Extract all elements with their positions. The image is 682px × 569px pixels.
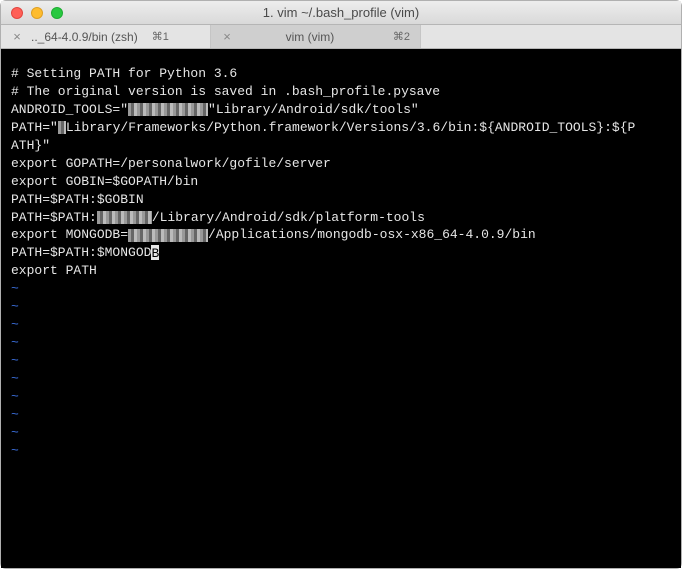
vim-empty-line: ~ bbox=[11, 388, 671, 406]
vim-text-line: # The original version is saved in .bash… bbox=[11, 83, 671, 101]
code-text: PATH=$PATH:$MONGOD bbox=[11, 245, 151, 260]
close-window-button[interactable] bbox=[11, 7, 23, 19]
vim-text-line: export GOPATH=/personalwork/gofile/serve… bbox=[11, 155, 671, 173]
vim-text-line: PATH=$PATH: /Library/Android/sdk/platform… bbox=[11, 209, 671, 227]
minimize-window-button[interactable] bbox=[31, 7, 43, 19]
vim-text-line: # Setting PATH for Python 3.6 bbox=[11, 65, 671, 83]
code-text: export MONGODB= bbox=[11, 227, 128, 242]
tab-label: .._64-4.0.9/bin (zsh) bbox=[31, 30, 138, 44]
window-titlebar: 1. vim ~/.bash_profile (vim) bbox=[1, 1, 681, 25]
vim-empty-line: ~ bbox=[11, 370, 671, 388]
code-text: /Library/Android/sdk/platform-tools bbox=[152, 210, 425, 225]
close-icon[interactable]: × bbox=[221, 29, 233, 44]
vim-empty-line: ~ bbox=[11, 280, 671, 298]
vim-text-line: ANDROID_TOOLS=" "Library/Android/sdk/tool… bbox=[11, 101, 671, 119]
terminal-tab[interactable]: × .._64-4.0.9/bin (zsh) ⌘1 bbox=[1, 25, 211, 48]
vim-text-line: export MONGODB= /Applications/mongodb-osx… bbox=[11, 226, 671, 244]
terminal-viewport[interactable]: # Setting PATH for Python 3.6 # The origi… bbox=[1, 49, 681, 568]
tab-shortcut: ⌘1 bbox=[152, 30, 169, 43]
code-text: /Applications/mongodb-osx-x86_64-4.0.9/b… bbox=[208, 227, 536, 242]
tab-shortcut: ⌘2 bbox=[393, 30, 410, 43]
code-text: ATH}" bbox=[11, 138, 50, 153]
redacted-text bbox=[97, 211, 152, 224]
code-text: ANDROID_TOOLS=" bbox=[11, 102, 128, 117]
redacted-text bbox=[128, 229, 208, 242]
code-text: # The original version is saved in .bash… bbox=[11, 84, 440, 99]
traffic-lights bbox=[1, 7, 63, 19]
zoom-window-button[interactable] bbox=[51, 7, 63, 19]
vim-text-line: PATH=" Library/Frameworks/Python.framewor… bbox=[11, 119, 671, 137]
vim-empty-line: ~ bbox=[11, 424, 671, 442]
code-text: PATH=" bbox=[11, 120, 58, 135]
vim-text-line: export PATH bbox=[11, 262, 671, 280]
redacted-text bbox=[128, 103, 208, 116]
code-text: PATH=$PATH:$GOBIN bbox=[11, 192, 144, 207]
close-icon[interactable]: × bbox=[11, 29, 23, 44]
code-text: export PATH bbox=[11, 263, 97, 278]
vim-text-line: ATH}" bbox=[11, 137, 671, 155]
code-text: export GOPATH=/personalwork/gofile/serve… bbox=[11, 156, 331, 171]
vim-text-line: export GOBIN=$GOPATH/bin bbox=[11, 173, 671, 191]
tab-bar: × .._64-4.0.9/bin (zsh) ⌘1 × vim (vim) ⌘2 bbox=[1, 25, 681, 49]
vim-empty-line: ~ bbox=[11, 442, 671, 460]
code-text: "Library/Android/sdk/tools" bbox=[208, 102, 419, 117]
vim-empty-line: ~ bbox=[11, 352, 671, 370]
vim-empty-line: ~ bbox=[11, 298, 671, 316]
vim-text-line: PATH=$PATH:$MONGODB bbox=[11, 244, 671, 262]
text-cursor: B bbox=[151, 245, 159, 260]
code-text: Library/Frameworks/Python.framework/Vers… bbox=[66, 120, 636, 135]
code-text: # Setting PATH for Python 3.6 bbox=[11, 66, 237, 81]
vim-empty-line: ~ bbox=[11, 334, 671, 352]
vim-empty-line: ~ bbox=[11, 316, 671, 334]
tab-label: vim (vim) bbox=[241, 30, 379, 44]
vim-empty-line: ~ bbox=[11, 406, 671, 424]
code-text: export GOBIN=$GOPATH/bin bbox=[11, 174, 198, 189]
vim-text-line: PATH=$PATH:$GOBIN bbox=[11, 191, 671, 209]
code-text: PATH=$PATH: bbox=[11, 210, 97, 225]
window-title: 1. vim ~/.bash_profile (vim) bbox=[1, 5, 681, 20]
terminal-tab[interactable]: × vim (vim) ⌘2 bbox=[211, 25, 421, 48]
redacted-text bbox=[58, 121, 66, 134]
